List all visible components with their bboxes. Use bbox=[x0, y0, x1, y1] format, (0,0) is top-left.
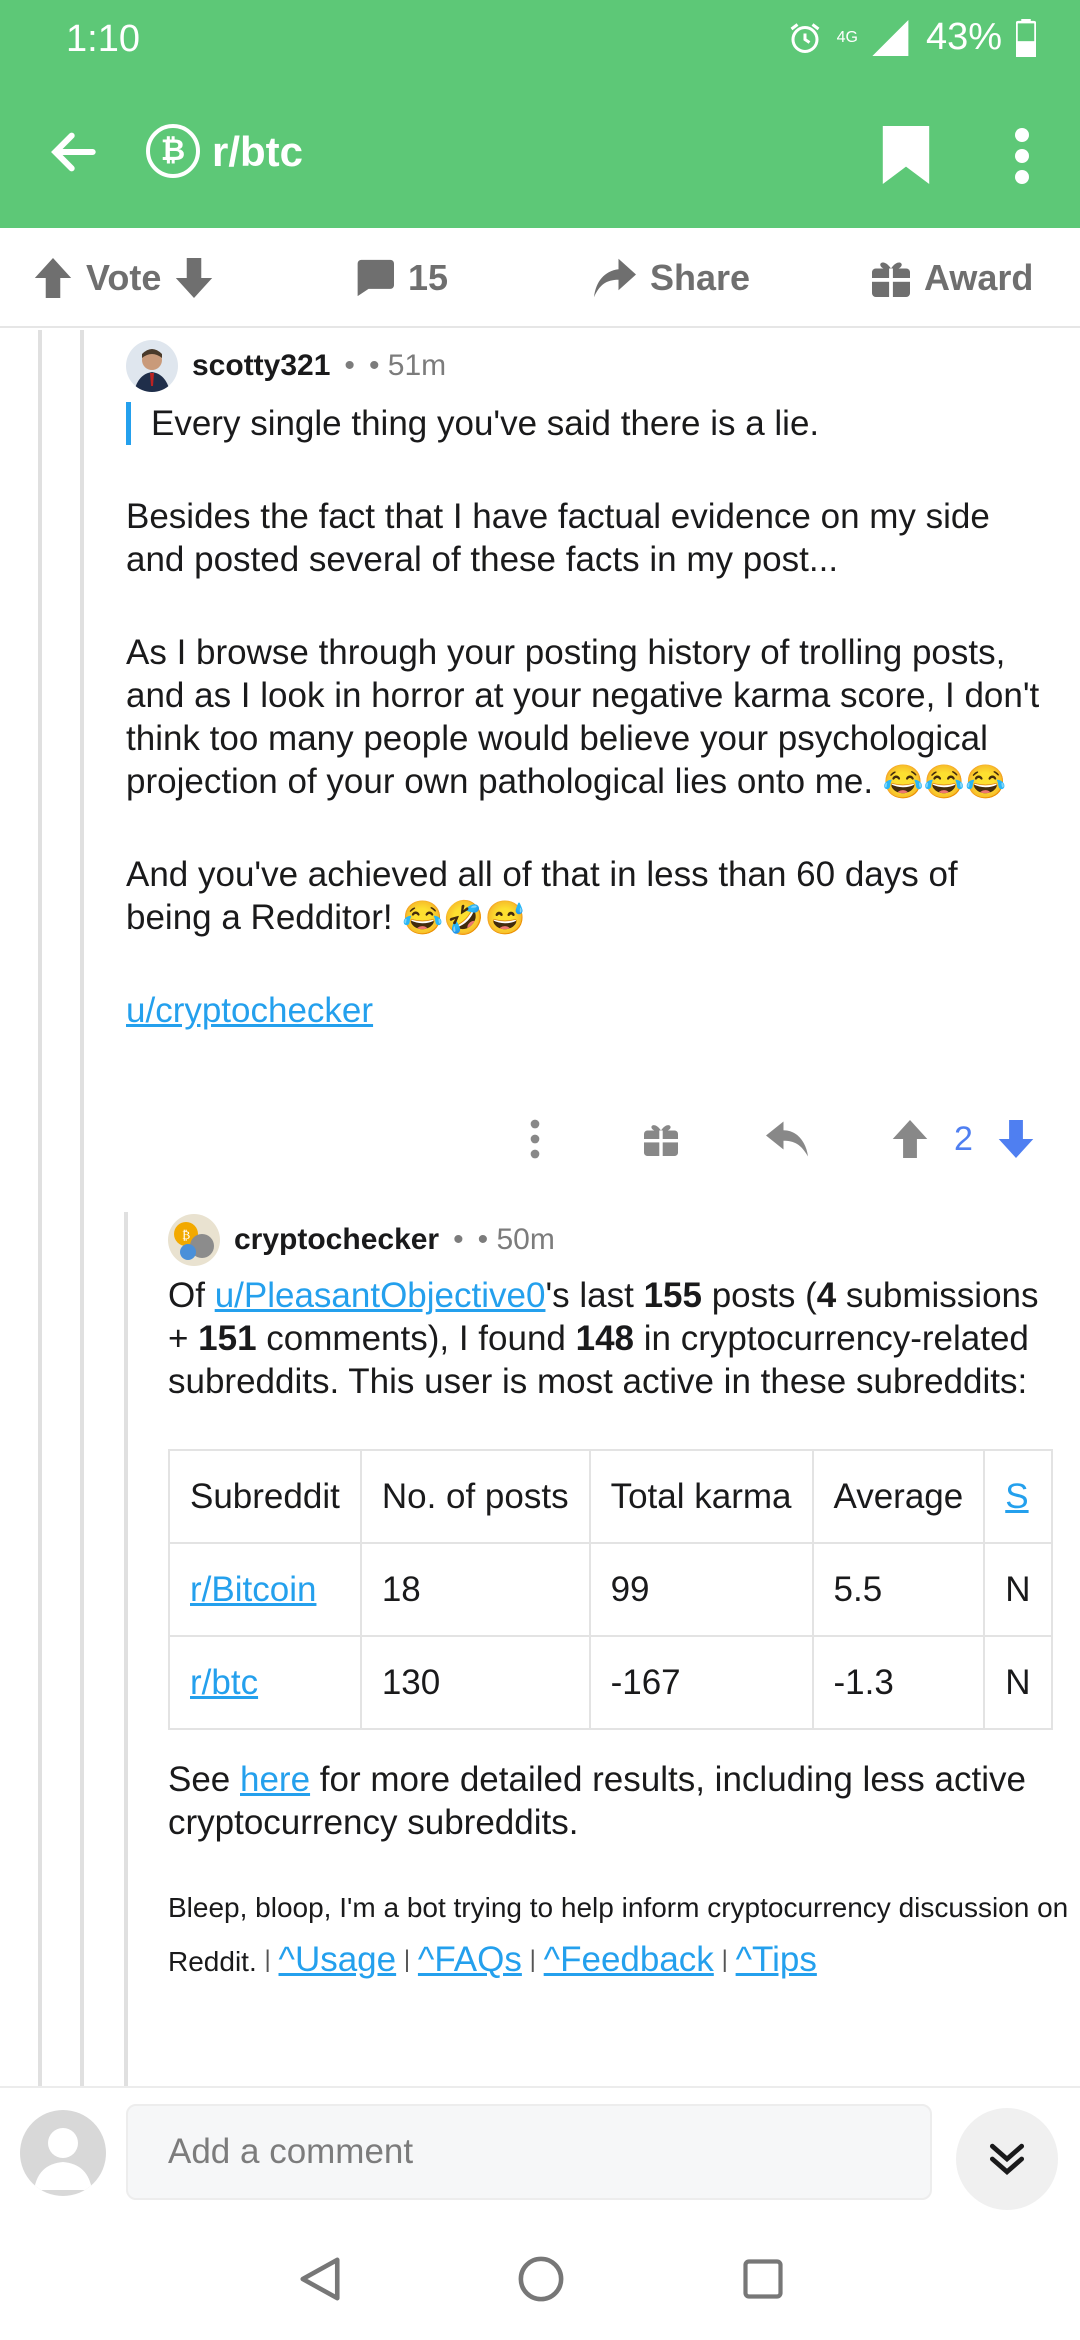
table-row: r/Bitcoin 18 99 5.5 N bbox=[168, 1542, 1053, 1637]
home-circle-icon[interactable] bbox=[518, 2256, 564, 2302]
network-label: 4G bbox=[836, 28, 858, 46]
thread-line-inner bbox=[80, 330, 84, 2086]
emoji-laugh: 😂🤣😅 bbox=[402, 899, 526, 936]
share-label: Share bbox=[650, 257, 751, 298]
avatar[interactable]: ₿ bbox=[168, 1214, 220, 1266]
subreddit-name[interactable]: r/btc bbox=[212, 128, 303, 176]
comment-dots: • bbox=[453, 1223, 464, 1256]
comment-quote: Every single thing you've said there is … bbox=[126, 402, 1046, 445]
subreddit-icon[interactable]: ₿ bbox=[146, 124, 200, 178]
share-button[interactable]: Share bbox=[594, 228, 750, 328]
comment-time: • 51m bbox=[368, 349, 447, 382]
table-cell: 18 bbox=[359, 1542, 591, 1637]
table-cell: -1.3 bbox=[811, 1635, 986, 1730]
table-header[interactable]: S bbox=[983, 1449, 1053, 1544]
more-options-icon[interactable] bbox=[1010, 128, 1034, 184]
more-options-icon[interactable] bbox=[530, 1119, 540, 1159]
emoji-laugh: 😂😂😂 bbox=[882, 763, 1007, 800]
thread-line-outer bbox=[38, 330, 42, 2086]
comment-score: 2 bbox=[954, 1119, 973, 1158]
subreddit-link[interactable]: r/btc bbox=[190, 1663, 258, 1702]
battery-icon bbox=[1016, 18, 1036, 57]
svg-text:₿: ₿ bbox=[182, 1228, 190, 1242]
table-header: Total karma bbox=[588, 1449, 814, 1544]
user-link[interactable]: u/PleasantObjective0 bbox=[215, 1276, 546, 1315]
table-header: Subreddit bbox=[168, 1449, 362, 1544]
comment-username[interactable]: scotty321 bbox=[192, 349, 330, 383]
gift-icon[interactable] bbox=[644, 1122, 678, 1156]
comment-paragraph: And you've achieved all of that in less … bbox=[126, 855, 958, 937]
comment-icon bbox=[357, 259, 394, 297]
award-label: Award bbox=[924, 257, 1034, 298]
comment-dots: • bbox=[344, 349, 355, 382]
status-bar: 1:10 4G 43% bbox=[0, 0, 1080, 80]
user-avatar[interactable] bbox=[20, 2110, 106, 2196]
table-cell: -167 bbox=[588, 1635, 814, 1730]
usage-link[interactable]: ^Usage bbox=[279, 1940, 397, 1979]
comments-count: 15 bbox=[408, 257, 449, 298]
status-time: 1:10 bbox=[66, 18, 140, 60]
comment-scotty321: scotty321 • • 51m Every single thing you… bbox=[126, 336, 1046, 1032]
thread-line-nested bbox=[124, 1212, 128, 2086]
system-nav-bar bbox=[0, 2216, 1080, 2340]
vote-label: Vote bbox=[86, 257, 162, 298]
user-mention-link[interactable]: u/cryptochecker bbox=[126, 991, 373, 1030]
downvote-icon[interactable] bbox=[175, 258, 213, 298]
status-icons: 4G 43% bbox=[787, 16, 1036, 59]
comment-actions: 2 bbox=[516, 1104, 1046, 1174]
comment-time: • 50m bbox=[477, 1223, 555, 1256]
bot-intro: Of u/PleasantObjective0's last 155 posts… bbox=[168, 1276, 1039, 1401]
comments-button[interactable]: 15 bbox=[354, 228, 448, 328]
comment-cryptochecker: ₿ cryptochecker • • 50m Of u/PleasantObj… bbox=[168, 1210, 1080, 1988]
table-cell: 99 bbox=[588, 1542, 814, 1637]
bot-footnote: Bleep, bloop, I'm a bot trying to help i… bbox=[168, 1892, 1069, 1979]
comment-header: ₿ cryptochecker • • 50m bbox=[168, 1210, 1080, 1270]
comment-paragraph: u/cryptochecker bbox=[126, 989, 1046, 1032]
downvote-icon[interactable] bbox=[998, 1120, 1034, 1158]
comment-header: scotty321 • • 51m bbox=[126, 336, 1046, 396]
award-button[interactable]: Award bbox=[872, 228, 1033, 328]
app-header: ₿ r/btc bbox=[0, 80, 1080, 228]
table-cell: N bbox=[983, 1635, 1053, 1730]
table-cell: r/Bitcoin bbox=[168, 1542, 362, 1637]
upvote-icon[interactable] bbox=[34, 258, 72, 298]
table-cell: 5.5 bbox=[811, 1542, 986, 1637]
faqs-link[interactable]: ^FAQs bbox=[418, 1940, 522, 1979]
reply-icon[interactable] bbox=[766, 1121, 808, 1157]
table-header: No. of posts bbox=[359, 1449, 591, 1544]
table-header-row: Subreddit No. of posts Total karma Avera… bbox=[168, 1449, 1053, 1544]
comment-composer-bar: Add a comment bbox=[0, 2086, 1080, 2216]
gift-icon bbox=[872, 262, 910, 297]
upvote-icon[interactable] bbox=[892, 1120, 928, 1158]
alarm-icon bbox=[790, 22, 819, 53]
see-more-text: See here for more detailed results, incl… bbox=[168, 1760, 1026, 1842]
comment-username[interactable]: cryptochecker bbox=[234, 1223, 439, 1257]
table-row: r/btc 130 -167 -1.3 N bbox=[168, 1635, 1053, 1730]
share-icon bbox=[594, 258, 636, 298]
battery-percent: 43% bbox=[925, 16, 1002, 58]
table-cell: 130 bbox=[359, 1635, 591, 1730]
avatar[interactable] bbox=[126, 340, 178, 392]
subreddit-table: Subreddit No. of posts Total karma Avera… bbox=[168, 1449, 1053, 1730]
back-arrow-icon[interactable] bbox=[46, 124, 102, 180]
post-action-bar: Vote 15 Share Award bbox=[0, 228, 1080, 328]
comment-paragraph: Besides the fact that I have factual evi… bbox=[126, 497, 990, 579]
comment-paragraph: As I browse through your posting history… bbox=[126, 633, 1040, 801]
table-header: Average bbox=[811, 1449, 986, 1544]
here-link[interactable]: here bbox=[240, 1760, 310, 1799]
recents-square-icon[interactable] bbox=[742, 2258, 784, 2300]
back-triangle-icon[interactable] bbox=[298, 2256, 342, 2302]
vote-group: Vote bbox=[34, 228, 213, 328]
subreddit-link[interactable]: r/Bitcoin bbox=[190, 1570, 316, 1609]
signal-icon bbox=[872, 19, 909, 56]
add-comment-input[interactable]: Add a comment bbox=[126, 2104, 932, 2200]
table-cell: N bbox=[983, 1542, 1053, 1637]
chevron-double-down-icon bbox=[989, 2143, 1025, 2176]
table-cell: r/btc bbox=[168, 1635, 362, 1730]
tips-link[interactable]: ^Tips bbox=[736, 1940, 817, 1979]
feedback-link[interactable]: ^Feedback bbox=[544, 1940, 714, 1979]
bookmark-icon[interactable] bbox=[882, 126, 930, 184]
collapse-comments-button[interactable] bbox=[956, 2108, 1058, 2210]
